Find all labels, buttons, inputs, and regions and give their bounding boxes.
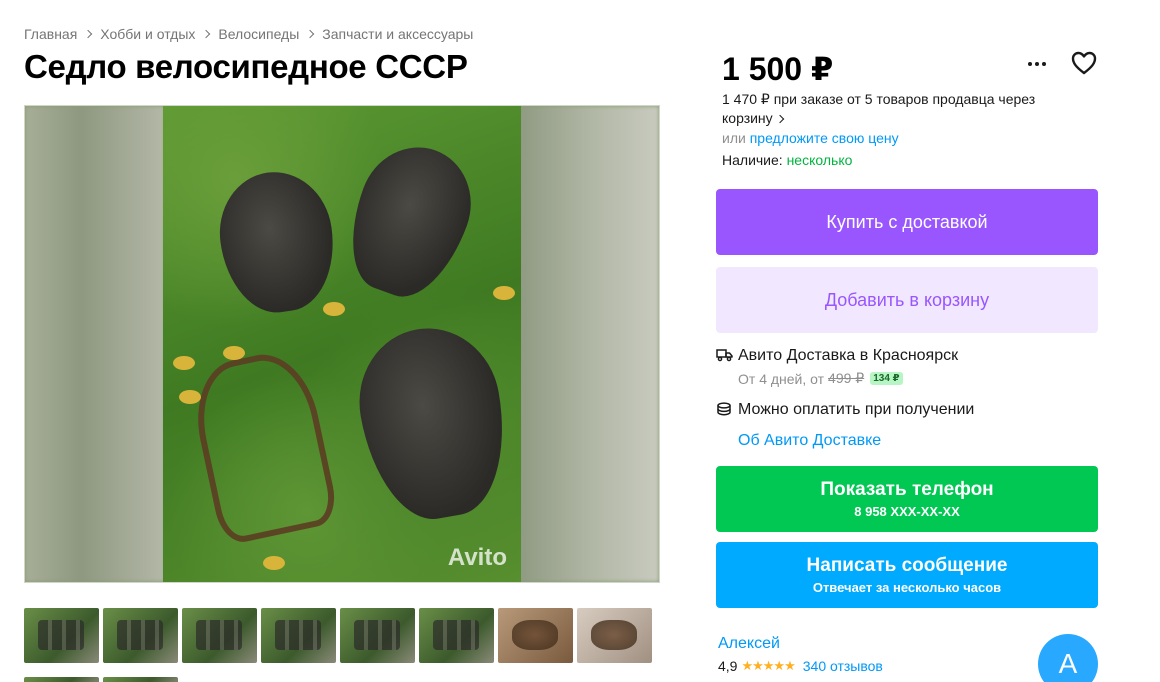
photo-blur-left [25, 106, 165, 582]
thumbnail[interactable] [103, 608, 178, 663]
delivery-title: Авито Доставка в Красноярск [738, 347, 959, 364]
thumbnail[interactable] [24, 608, 99, 663]
saddle-image [347, 317, 519, 529]
avatar[interactable]: А [1038, 634, 1098, 682]
send-message-button[interactable]: Написать сообщение Отвечает за несколько… [716, 542, 1098, 608]
about-delivery-link[interactable]: Об Авито Доставке [738, 432, 881, 450]
rating-stars-icon: ★★★★★ [741, 658, 795, 673]
bulk-price-text: 1 470 ₽ при заказе от 5 товаров продавца… [722, 91, 1036, 126]
saddle-image [332, 131, 488, 311]
chevron-right-icon [306, 29, 315, 39]
add-to-cart-button[interactable]: Добавить в корзину [716, 267, 1098, 333]
thumbnail-strip [24, 608, 652, 663]
avito-watermark: Avito [447, 544, 507, 571]
thumbnail[interactable] [340, 608, 415, 663]
seller-name[interactable]: Алексей [718, 635, 780, 653]
reviews-link[interactable]: 340 отзывов [803, 658, 883, 674]
chevron-right-icon [202, 29, 211, 39]
thumbnail[interactable] [24, 677, 99, 682]
leaf-decoration [173, 356, 195, 370]
leaf-decoration [179, 390, 201, 404]
thumbnail[interactable] [261, 608, 336, 663]
seller-rating: 4,9 ★★★★★ 340 отзывов [718, 658, 883, 674]
breadcrumb-item-home[interactable]: Главная [24, 26, 77, 42]
main-photo[interactable]: Avito [24, 105, 660, 583]
leaf-decoration [223, 346, 245, 360]
thumbnail[interactable] [182, 608, 257, 663]
buy-with-delivery-button[interactable]: Купить с доставкой [716, 189, 1098, 255]
saddle-image [211, 164, 343, 320]
delivery-terms: От 4 дней, от 499 ₽ 134 ₽ [738, 370, 903, 387]
send-message-label: Написать сообщение [806, 555, 1008, 576]
truck-icon [716, 348, 733, 367]
delivery-old-price: 499 ₽ [828, 370, 865, 386]
page-title: Седло велосипедное СССР [24, 48, 468, 85]
availability-value: несколько [786, 152, 853, 168]
rating-value: 4,9 [718, 658, 738, 674]
bulk-price-note[interactable]: 1 470 ₽ при заказе от 5 товаров продавца… [722, 90, 1062, 128]
thumbnail-strip-row2 [24, 677, 178, 682]
availability-label: Наличие: [722, 152, 783, 168]
show-phone-button[interactable]: Показать телефон 8 958 XXX-XX-XX [716, 466, 1098, 532]
response-time: Отвечает за несколько часов [812, 580, 1002, 595]
price: 1 500 ₽ [722, 51, 834, 87]
photo-blur-right [519, 106, 659, 582]
product-image: Avito [163, 106, 521, 582]
price-offer: или предложите свою цену [722, 130, 899, 146]
availability: Наличие: несколько [722, 152, 852, 168]
chevron-right-icon [84, 29, 93, 39]
leaf-decoration [323, 302, 345, 316]
thumbnail[interactable] [103, 677, 178, 682]
saddle-frame-image [185, 345, 341, 547]
heart-icon[interactable] [1070, 50, 1098, 81]
offer-price-link[interactable]: предложите свою цену [750, 130, 899, 146]
offer-prefix: или [722, 130, 746, 146]
coins-icon [716, 402, 732, 421]
phone-number-masked: 8 958 XXX-XX-XX [854, 504, 960, 519]
breadcrumb-item-hobby[interactable]: Хобби и отдых [100, 26, 195, 42]
thumbnail[interactable] [498, 608, 573, 663]
breadcrumb: Главная Хобби и отдых Велосипеды Запчаст… [24, 26, 473, 42]
buy-button-label: Купить с доставкой [826, 211, 988, 232]
cart-button-label: Добавить в корзину [824, 289, 990, 310]
thumbnail[interactable] [419, 608, 494, 663]
leaf-decoration [493, 286, 515, 300]
delivery-discount-badge: 134 ₽ [870, 372, 903, 385]
more-icon[interactable] [1028, 58, 1052, 70]
chevron-right-icon [775, 114, 784, 124]
breadcrumb-item-parts[interactable]: Запчасти и аксессуары [322, 26, 473, 42]
thumbnail[interactable] [577, 608, 652, 663]
delivery-terms-text: От 4 дней, от [738, 370, 825, 387]
pay-on-receipt: Можно оплатить при получении [738, 401, 975, 418]
leaf-decoration [263, 556, 285, 570]
breadcrumb-item-bikes[interactable]: Велосипеды [218, 26, 299, 42]
show-phone-label: Показать телефон [820, 479, 994, 500]
